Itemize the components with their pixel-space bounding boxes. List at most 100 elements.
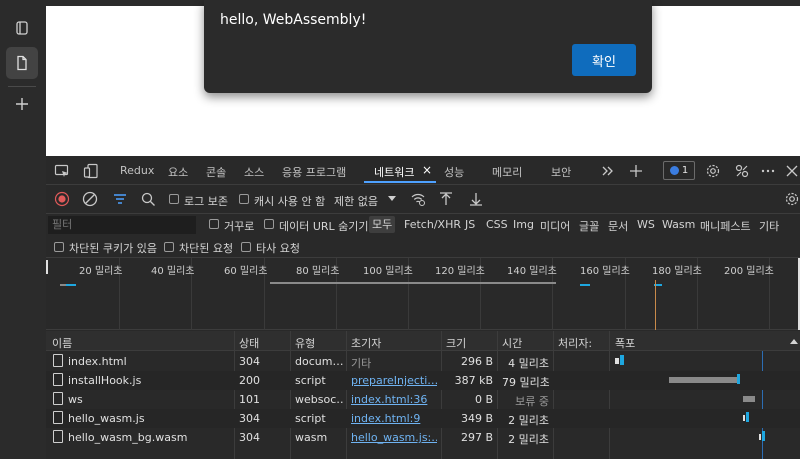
request-initiator-link[interactable]: index.html:9 bbox=[351, 412, 437, 425]
customize-icon[interactable] bbox=[734, 163, 750, 179]
throttling-select[interactable]: 제한 없음 bbox=[334, 193, 378, 209]
filter-type-other[interactable]: 기타 bbox=[759, 218, 779, 234]
request-status: 200 bbox=[239, 374, 260, 387]
browser-window: hello, WebAssembly! 확인 Redux 요소 콘솔 소스 응용… bbox=[0, 0, 800, 459]
export-har-icon[interactable] bbox=[468, 191, 484, 207]
ok-button[interactable]: 확인 bbox=[572, 44, 636, 76]
request-size: 296 B bbox=[460, 355, 493, 368]
filter-type-manifest[interactable]: 매니페스트 bbox=[700, 218, 751, 234]
file-icon bbox=[53, 392, 63, 405]
column-header-time[interactable]: 시간 bbox=[502, 335, 522, 351]
column-header-type[interactable]: 유형 bbox=[295, 335, 315, 351]
column-header-handler[interactable]: 처리자: bbox=[558, 335, 592, 351]
tab-network[interactable]: 네트워크 bbox=[374, 164, 414, 180]
filter-type-fetch-xhr[interactable]: Fetch/XHR bbox=[404, 218, 461, 231]
tab-elements[interactable]: 요소 bbox=[168, 164, 188, 180]
filter-type-img[interactable]: Img bbox=[513, 218, 534, 231]
filter-type-all[interactable]: 모두 bbox=[369, 216, 396, 233]
alert-message: hello, WebAssembly! bbox=[220, 12, 367, 28]
tab-security[interactable]: 보안 bbox=[551, 164, 571, 180]
overview-timeline[interactable]: 20 밀리초 40 밀리초 60 밀리초 80 밀리초 100 밀리초 120 … bbox=[46, 258, 800, 330]
table-row[interactable]: hello_wasm_bg.wasm 304 wasm hello_wasm.j… bbox=[46, 428, 800, 447]
more-options-icon[interactable] bbox=[760, 163, 776, 179]
record-stop-icon[interactable] bbox=[54, 191, 70, 207]
overview-tick-label: 140 밀리초 bbox=[507, 266, 557, 277]
clear-icon[interactable] bbox=[82, 191, 98, 207]
waterfall-bar bbox=[737, 374, 740, 384]
overview-tick-label: 40 밀리초 bbox=[151, 266, 195, 277]
new-tab-button[interactable] bbox=[6, 88, 38, 120]
column-header-status[interactable]: 상태 bbox=[239, 335, 259, 351]
filter-type-doc[interactable]: 문서 bbox=[608, 218, 628, 234]
waterfall-bar bbox=[615, 358, 619, 364]
hide-data-urls-checkbox[interactable] bbox=[264, 219, 274, 229]
table-row[interactable]: index.html 304 docum… 기타 296 B 4 밀리초 bbox=[46, 352, 800, 371]
tab-divider bbox=[8, 86, 36, 87]
request-size: 0 B bbox=[474, 393, 493, 406]
waterfall-bar bbox=[759, 434, 761, 440]
request-time: 4 밀리초 bbox=[508, 357, 549, 370]
table-header: 이름 상태 유형 초기자 크기 시간 처리자: 폭포 bbox=[46, 331, 800, 351]
file-icon bbox=[53, 373, 63, 386]
column-header-name[interactable]: 이름 bbox=[52, 335, 72, 351]
tab-sources[interactable]: 소스 bbox=[244, 164, 264, 180]
preserve-log-checkbox[interactable] bbox=[169, 194, 179, 204]
load-event-line bbox=[655, 280, 656, 330]
search-icon[interactable] bbox=[140, 191, 156, 207]
devtools-panel: Redux 요소 콘솔 소스 응용 프로그램 네트워크 × 성능 메모리 보안 … bbox=[46, 156, 800, 459]
invert-checkbox[interactable] bbox=[209, 219, 219, 229]
request-type: script bbox=[295, 374, 326, 387]
tab-performance[interactable]: 성능 bbox=[444, 164, 464, 180]
tab-redux[interactable]: Redux bbox=[120, 164, 154, 177]
tab-current-page[interactable] bbox=[6, 47, 38, 79]
overview-tick-label: 160 밀리초 bbox=[580, 266, 630, 277]
network-conditions-icon[interactable] bbox=[410, 191, 426, 207]
overview-tick-label: 200 밀리초 bbox=[724, 266, 774, 277]
add-tool-icon[interactable] bbox=[628, 163, 644, 179]
disable-cache-checkbox[interactable] bbox=[239, 194, 249, 204]
filter-input[interactable] bbox=[48, 216, 196, 234]
table-row[interactable]: ws 101 websoc… index.html:36 0 B 보류 중 bbox=[46, 390, 800, 409]
gear-icon[interactable] bbox=[705, 163, 721, 179]
tab-memory[interactable]: 메모리 bbox=[492, 164, 522, 180]
blocked-cookies-checkbox[interactable] bbox=[54, 242, 64, 252]
filter-type-font[interactable]: 글꼴 bbox=[579, 218, 599, 234]
issues-badge[interactable]: 1 bbox=[663, 161, 695, 180]
inspect-icon[interactable] bbox=[54, 163, 70, 179]
blocked-requests-checkbox[interactable] bbox=[164, 242, 174, 252]
request-initiator-link[interactable]: index.html:36 bbox=[351, 393, 437, 406]
request-type: script bbox=[295, 412, 326, 425]
more-tabs-icon[interactable] bbox=[599, 163, 615, 179]
filter-type-css[interactable]: CSS bbox=[486, 218, 508, 231]
request-initiator-link[interactable]: prepareInjecti… bbox=[351, 374, 437, 387]
import-har-icon[interactable] bbox=[438, 191, 454, 207]
filter-icon[interactable] bbox=[112, 191, 128, 207]
column-header-size[interactable]: 크기 bbox=[446, 335, 466, 351]
network-settings-gear-icon[interactable] bbox=[784, 191, 800, 207]
tab-application[interactable]: 응용 프로그램 bbox=[282, 164, 346, 180]
column-header-initiator[interactable]: 초기자 bbox=[351, 335, 381, 351]
filter-type-js[interactable]: JS bbox=[465, 218, 475, 231]
close-tab-icon[interactable]: × bbox=[422, 163, 432, 177]
table-row[interactable]: installHook.js 200 script prepareInjecti… bbox=[46, 371, 800, 390]
filter-type-wasm[interactable]: Wasm bbox=[662, 218, 695, 231]
overview-bar bbox=[66, 284, 76, 286]
file-icon bbox=[53, 430, 63, 443]
column-header-waterfall[interactable]: 폭포 bbox=[615, 335, 635, 351]
devtools-tabbar: Redux 요소 콘솔 소스 응용 프로그램 네트워크 × 성능 메모리 보안 … bbox=[46, 156, 800, 185]
tab-actions-button[interactable] bbox=[6, 12, 38, 44]
filter-type-ws[interactable]: WS bbox=[637, 218, 655, 231]
sort-up-icon bbox=[790, 339, 798, 344]
request-initiator: 기타 bbox=[351, 357, 372, 370]
device-emulation-icon[interactable] bbox=[83, 163, 99, 179]
request-status: 304 bbox=[239, 412, 260, 425]
table-row[interactable]: hello_wasm.js 304 script index.html:9 34… bbox=[46, 409, 800, 428]
overview-tick-label: 120 밀리초 bbox=[435, 266, 485, 277]
filter-type-media[interactable]: 미디어 bbox=[540, 218, 570, 234]
tab-console[interactable]: 콘솔 bbox=[206, 164, 226, 180]
request-initiator-link[interactable]: hello_wasm.js:… bbox=[351, 431, 437, 444]
third-party-checkbox[interactable] bbox=[241, 242, 251, 252]
close-devtools-icon[interactable] bbox=[784, 163, 800, 179]
request-status: 304 bbox=[239, 355, 260, 368]
overview-start-handle[interactable] bbox=[46, 260, 48, 274]
